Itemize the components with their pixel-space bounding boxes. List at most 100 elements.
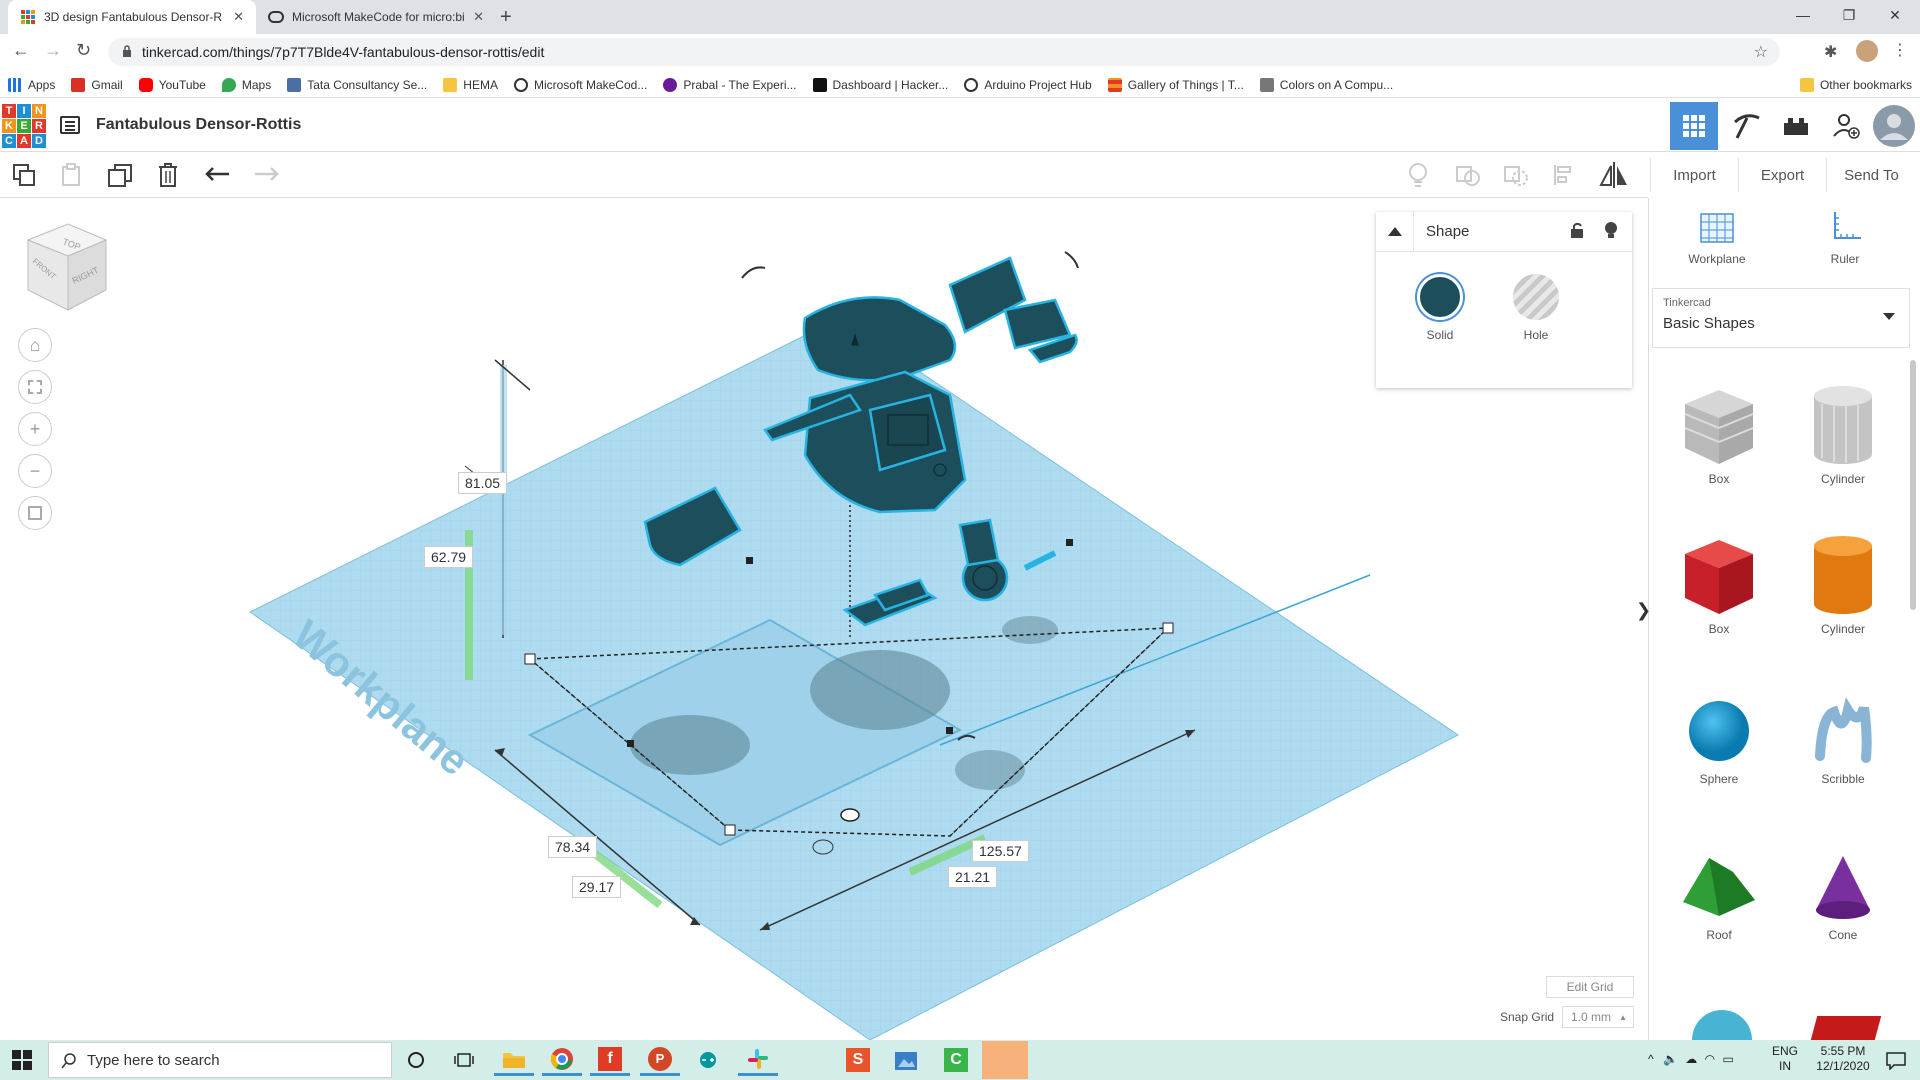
notes-button[interactable] (1402, 160, 1434, 190)
bookmark-colors[interactable]: Colors on A Compu... (1252, 77, 1401, 92)
tinkercad-logo[interactable]: T I N K E R C A D (2, 104, 46, 148)
snagit-app[interactable]: S (838, 1044, 878, 1076)
align-button[interactable] (1548, 160, 1580, 190)
shape-cylinder-hole[interactable]: Cylinder (1788, 384, 1898, 486)
bookmark-prabal[interactable]: Prabal - The Experi... (655, 77, 804, 92)
active-app[interactable] (982, 1041, 1028, 1079)
solid-option[interactable]: Solid (1410, 274, 1470, 342)
view-cube[interactable]: TOP FRONT RIGHT (20, 222, 110, 312)
hole-option[interactable]: Hole (1506, 274, 1566, 342)
edit-grid-button[interactable]: Edit Grid (1546, 976, 1634, 998)
ortho-view-button[interactable] (18, 496, 52, 530)
project-title[interactable]: Fantabulous Densor-Rottis (96, 116, 301, 134)
lock-shape-icon[interactable] (1570, 222, 1584, 242)
bookmark-youtube[interactable]: YouTube (131, 77, 214, 92)
tab-tinkercad[interactable]: 3D design Fantabulous Densor-R ✕ (8, 0, 256, 34)
restore-button[interactable]: ❐ (1826, 0, 1872, 30)
chrome-menu-icon[interactable]: ⋮ (1892, 40, 1908, 60)
undo-button[interactable] (202, 160, 234, 190)
resize-handle[interactable] (1066, 539, 1073, 546)
profile-avatar[interactable] (1856, 40, 1878, 62)
dim-depth[interactable]: 78.34 (548, 836, 598, 858)
blocks-button[interactable] (1722, 102, 1770, 150)
lightbulb-icon[interactable] (1604, 221, 1618, 243)
collapse-panel-icon[interactable] (1376, 211, 1414, 252)
shape-partial-text[interactable] (1810, 1016, 1882, 1040)
dim-height-total[interactable]: 81.05 (458, 472, 508, 494)
reload-icon[interactable]: ↻ (76, 40, 91, 61)
shape-roof[interactable]: Roof (1664, 852, 1774, 942)
shape-library-select[interactable]: Tinkercad Basic Shapes (1652, 288, 1910, 348)
bookmark-arduino[interactable]: Arduino Project Hub (956, 77, 1099, 92)
shape-box-hole[interactable]: Box (1664, 384, 1774, 486)
export-button[interactable]: Export (1738, 158, 1826, 192)
bookmark-hackerrank[interactable]: Dashboard | Hacker... (805, 77, 957, 92)
bookmark-gmail[interactable]: Gmail (63, 77, 130, 92)
task-view-button[interactable] (444, 1044, 484, 1076)
add-user-button[interactable] (1822, 102, 1870, 150)
close-window-button[interactable]: ✕ (1872, 0, 1918, 30)
delete-button[interactable] (152, 160, 184, 190)
shape-cylinder[interactable]: Cylinder (1788, 534, 1898, 636)
taskbar-search[interactable]: Type here to search (48, 1042, 392, 1078)
cloud-icon[interactable]: ☁ (1685, 1052, 1697, 1066)
arduino-app[interactable] (688, 1044, 728, 1076)
solid-swatch[interactable] (1417, 274, 1463, 320)
dim-depth-offset[interactable]: 29.17 (572, 876, 622, 898)
snap-grid-select[interactable]: 1.0 mm ▲ (1562, 1006, 1634, 1028)
shape-cone[interactable]: Cone (1788, 852, 1898, 942)
slack-app[interactable] (738, 1044, 778, 1076)
photos-app[interactable] (886, 1044, 926, 1076)
file-explorer-app[interactable] (494, 1044, 534, 1076)
close-tab-icon[interactable]: ✕ (233, 9, 244, 25)
rotate-handle[interactable] (1064, 251, 1079, 269)
resize-handle[interactable] (746, 557, 753, 564)
copy-button[interactable] (8, 160, 40, 190)
tab-makecode[interactable]: Microsoft MakeCode for micro:bi ✕ (256, 0, 496, 34)
language-indicator[interactable]: ENG IN (1772, 1044, 1798, 1074)
wifi-icon[interactable]: ◠ (1705, 1052, 1715, 1066)
new-tab-button[interactable]: + (500, 6, 512, 29)
group-button[interactable] (1452, 160, 1484, 190)
user-avatar[interactable] (1870, 102, 1918, 150)
shape-box[interactable]: Box (1664, 534, 1774, 636)
paste-button[interactable] (56, 160, 88, 190)
lift-handle[interactable] (840, 808, 860, 822)
dim-width[interactable]: 125.57 (972, 840, 1029, 862)
ungroup-button[interactable] (1500, 160, 1532, 190)
shape-scribble[interactable]: Scribble (1788, 696, 1898, 786)
notifications-button[interactable] (1886, 1052, 1906, 1073)
resize-handle[interactable] (724, 824, 736, 836)
redo-button[interactable] (250, 160, 282, 190)
resize-handle[interactable] (1162, 622, 1174, 634)
bookmark-maps[interactable]: Maps (214, 77, 279, 92)
back-icon[interactable]: ← (12, 40, 30, 61)
library-scrollbar[interactable] (1910, 360, 1916, 610)
bookmark-gallery[interactable]: Gallery of Things | T... (1100, 77, 1252, 92)
other-bookmarks[interactable]: Other bookmarks (1792, 77, 1920, 92)
camtasia-app[interactable]: C (936, 1044, 976, 1076)
3d-view-button[interactable] (1670, 102, 1718, 150)
cortana-button[interactable] (396, 1044, 436, 1076)
powerpoint-app[interactable]: P (640, 1044, 680, 1076)
dim-width-offset[interactable]: 21.21 (948, 866, 998, 888)
resize-handle[interactable] (946, 727, 953, 734)
battery-icon[interactable]: ▭ (1722, 1052, 1733, 1066)
import-button[interactable]: Import (1650, 158, 1738, 192)
resize-handle[interactable] (627, 740, 634, 747)
home-view-button[interactable]: ⌂ (18, 328, 52, 362)
bookmark-star-icon[interactable]: ☆ (1754, 42, 1768, 62)
zoom-in-button[interactable]: + (18, 412, 52, 446)
chevron-right-icon[interactable]: ❯ (1636, 600, 1651, 621)
bricks-button[interactable] (1772, 102, 1820, 150)
shape-sphere[interactable]: Sphere (1664, 696, 1774, 786)
windows-start-button[interactable] (12, 1050, 32, 1073)
close-tab-icon[interactable]: ✕ (473, 9, 484, 25)
design-menu-icon[interactable] (60, 116, 80, 134)
bookmark-tcs[interactable]: Tata Consultancy Se... (279, 77, 435, 92)
bookmark-makecode[interactable]: Microsoft MakeCod... (506, 77, 655, 92)
fit-view-button[interactable] (18, 370, 52, 404)
url-field[interactable]: tinkercad.com/things/7p7T7Blde4V-fantabu… (108, 38, 1780, 66)
ruler-tool[interactable]: Ruler (1800, 210, 1890, 266)
resize-handle[interactable] (524, 653, 536, 665)
